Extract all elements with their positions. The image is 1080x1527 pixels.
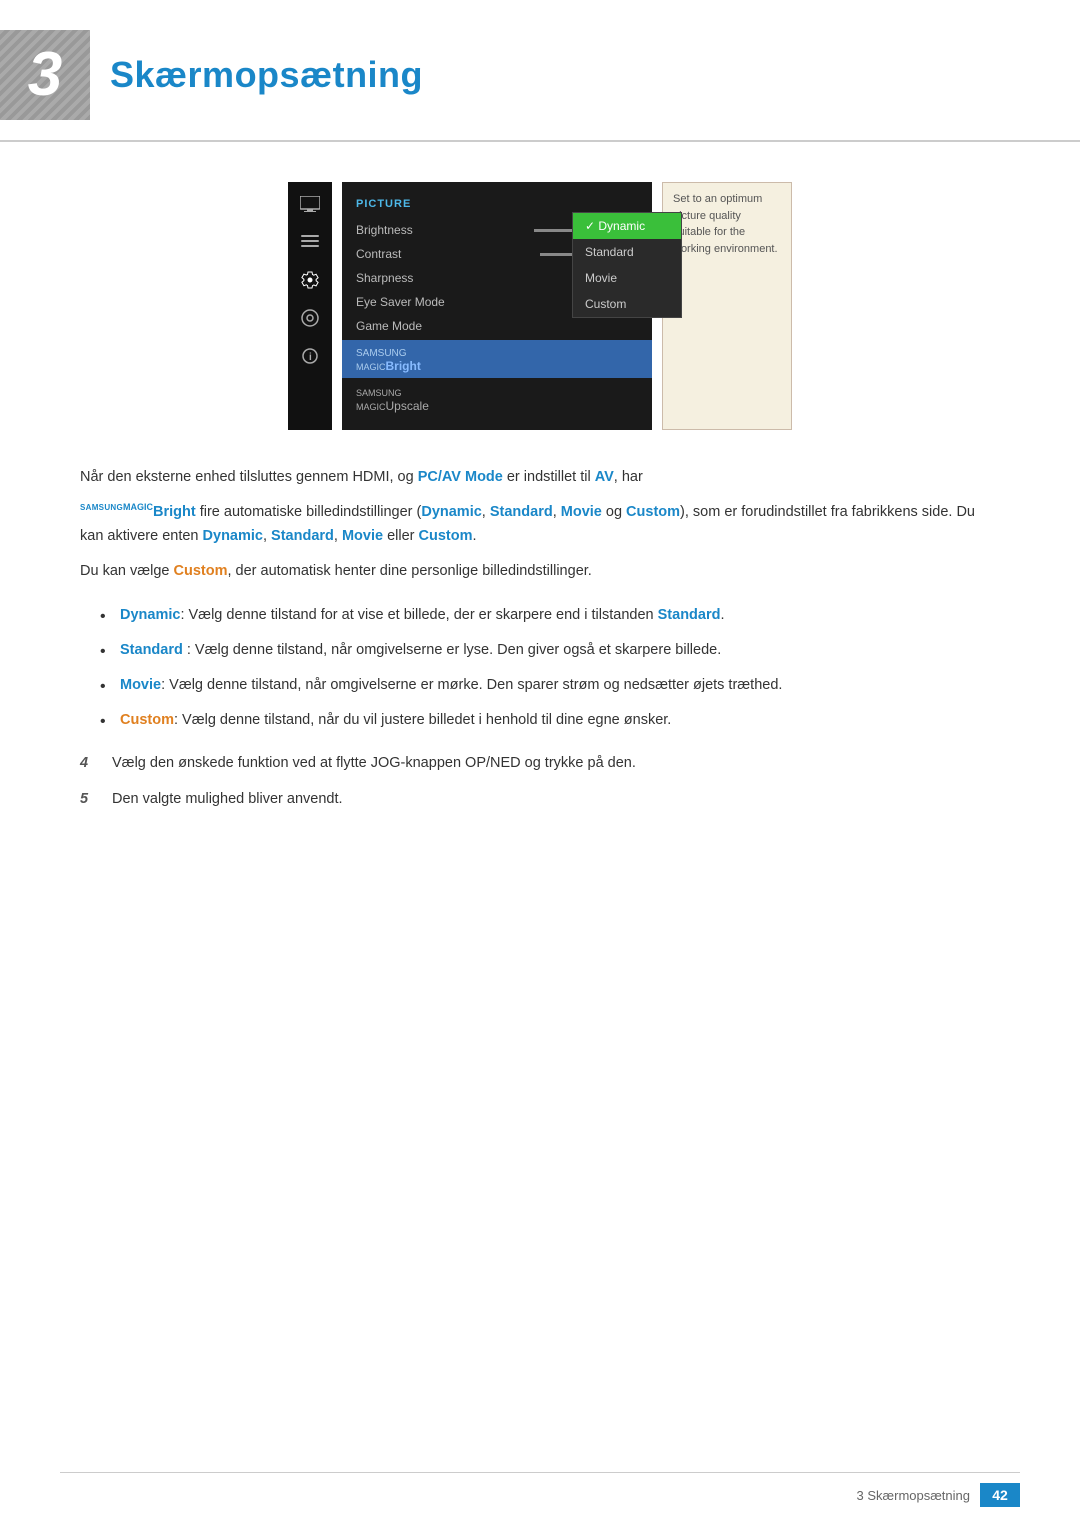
dropdown-dynamic[interactable]: Dynamic bbox=[573, 213, 681, 239]
footer-page-number: 42 bbox=[980, 1483, 1020, 1507]
chapter-number-box: 3 bbox=[0, 30, 90, 120]
comma4: , bbox=[334, 528, 342, 544]
og-label: og bbox=[602, 504, 626, 520]
custom2: Custom bbox=[419, 528, 473, 544]
chapter-header: 3 Skærmopsætning bbox=[0, 0, 1080, 142]
osd-icon-gear bbox=[298, 268, 322, 292]
dynamic2: Dynamic bbox=[203, 528, 263, 544]
comma2: , bbox=[553, 504, 561, 520]
bullet-standard-key: Standard bbox=[120, 642, 183, 658]
contrast-label: Contrast bbox=[356, 247, 401, 261]
samsung-super: SAMSUNG bbox=[80, 503, 123, 512]
eller-label: eller bbox=[383, 528, 418, 544]
osd-sidebar: i bbox=[288, 182, 332, 430]
bullet-custom-key: Custom bbox=[120, 712, 174, 728]
body-text-block: Når den eksterne enhed tilsluttes gennem… bbox=[80, 465, 1000, 584]
monitor-ui: i PICTURE Brightness 100 bbox=[288, 182, 792, 430]
osd-icon-monitor bbox=[298, 192, 322, 216]
para1-pre: Når den eksterne enhed tilsluttes gennem… bbox=[80, 469, 418, 485]
para2-custom: Custom bbox=[626, 504, 680, 520]
magic-brand-label: MAGICBright bbox=[123, 504, 196, 520]
bullet-dynamic-end: . bbox=[720, 607, 724, 623]
game-mode-label: Game Mode bbox=[356, 319, 422, 333]
magic-upscale-name: Upscale bbox=[386, 399, 429, 413]
bullet-dynamic-text: Vælg denne tilstand for at vise et bille… bbox=[184, 607, 657, 623]
tooltip-text: Set to an optimum picture quality suitab… bbox=[673, 193, 778, 255]
bullet-dynamic-key: Dynamic bbox=[120, 607, 180, 623]
sharpness-label: Sharpness bbox=[356, 271, 413, 285]
page-footer: 3 Skærmopsætning 42 bbox=[60, 1472, 1020, 1507]
para3-pre: Du kan vælge bbox=[80, 563, 174, 579]
bullet-custom: Custom: Vælg denne tilstand, når du vil … bbox=[100, 709, 1000, 732]
para2-dynamic: Dynamic bbox=[421, 504, 481, 520]
magic-prefix: MAGIC bbox=[356, 362, 386, 372]
brightness-label: Brightness bbox=[356, 223, 413, 237]
standard2: Standard bbox=[271, 528, 334, 544]
bullet-dynamic: Dynamic: Vælg denne tilstand for at vise… bbox=[100, 604, 1000, 627]
para2-mid: fire automatiske billedindstillinger ( bbox=[196, 504, 422, 520]
step4-text: Vælg den ønskede funktion ved at flytte … bbox=[112, 752, 636, 775]
magic-bright-samsung: SAMSUNG bbox=[356, 345, 638, 359]
bullet-movie-key: Movie bbox=[120, 677, 161, 693]
av-label: AV bbox=[595, 469, 614, 485]
para2-end: . bbox=[473, 528, 477, 544]
bullet-dynamic-ref: Standard bbox=[658, 607, 721, 623]
para2-standard: Standard bbox=[490, 504, 553, 520]
movie2: Movie bbox=[342, 528, 383, 544]
osd-icon-lines bbox=[298, 230, 322, 254]
dropdown-movie[interactable]: Movie bbox=[573, 265, 681, 291]
step4-number: 4 bbox=[80, 752, 100, 775]
magic-bright-samsung-text: SAMSUNG bbox=[356, 348, 407, 359]
eye-saver-label: Eye Saver Mode bbox=[356, 295, 445, 309]
para3-post: , der automatisk henter dine personlige … bbox=[227, 563, 591, 579]
para2-movie: Movie bbox=[561, 504, 602, 520]
comma3: , bbox=[263, 528, 271, 544]
osd-icon-info: i bbox=[298, 344, 322, 368]
osd-dropdown: Dynamic Standard Movie Custom bbox=[572, 212, 682, 318]
dropdown-standard[interactable]: Standard bbox=[573, 239, 681, 265]
magic-bright-label: MAGICBright bbox=[356, 359, 638, 373]
magic-upscale-label: SAMSUNG MAGICUpscale bbox=[356, 385, 429, 413]
para2: SAMSUNGMAGICBright fire automatiske bill… bbox=[80, 500, 1000, 549]
screenshot-container: i PICTURE Brightness 100 bbox=[80, 182, 1000, 430]
svg-text:i: i bbox=[309, 352, 312, 363]
magic-bright-name: Bright bbox=[386, 359, 421, 373]
bullet-movie: Movie: Vælg denne tilstand, når omgivels… bbox=[100, 674, 1000, 697]
content-area: i PICTURE Brightness 100 bbox=[0, 182, 1080, 811]
bullet-standard: Standard : Vælg denne tilstand, når omgi… bbox=[100, 639, 1000, 662]
osd-panel: PICTURE Brightness 100 Contrast bbox=[342, 182, 652, 430]
bullet-list: Dynamic: Vælg denne tilstand for at vise… bbox=[100, 604, 1000, 733]
chapter-title: Skærmopsætning bbox=[110, 54, 423, 96]
osd-magic-upscale-row: SAMSUNG MAGICUpscale bbox=[342, 380, 652, 418]
magic-upscale-samsung: SAMSUNG bbox=[356, 388, 402, 398]
bright-label: Bright bbox=[153, 504, 196, 520]
comma1: , bbox=[482, 504, 490, 520]
para1-post: , har bbox=[614, 469, 643, 485]
step-5: 5 Den valgte mulighed bliver anvendt. bbox=[80, 788, 1000, 811]
para1-mid: er indstillet til bbox=[503, 469, 595, 485]
bullet-movie-text: : Vælg denne tilstand, når omgivelserne … bbox=[161, 677, 782, 693]
para3: Du kan vælge Custom, der automatisk hent… bbox=[80, 559, 1000, 584]
step5-number: 5 bbox=[80, 788, 100, 811]
pcav-mode-label: PC/AV Mode bbox=[418, 469, 503, 485]
magic-super: MAGIC bbox=[123, 502, 153, 512]
bullet-custom-text: : Vælg denne tilstand, når du vil juster… bbox=[174, 712, 671, 728]
bullet-standard-text: : Vælg denne tilstand, når omgivelserne … bbox=[183, 642, 721, 658]
footer-chapter-label: 3 Skærmopsætning bbox=[857, 1488, 970, 1503]
step-4: 4 Vælg den ønskede funktion ved at flytt… bbox=[80, 752, 1000, 775]
para1: Når den eksterne enhed tilsluttes gennem… bbox=[80, 465, 1000, 490]
magic-upscale-magic: MAGIC bbox=[356, 402, 386, 412]
dropdown-custom[interactable]: Custom bbox=[573, 291, 681, 317]
magic-bright-row: SAMSUNG MAGICBright bbox=[342, 340, 652, 378]
custom3-label: Custom bbox=[174, 563, 228, 579]
step5-text: Den valgte mulighed bliver anvendt. bbox=[112, 788, 343, 811]
chapter-number: 3 bbox=[28, 44, 62, 106]
osd-icon-wrench bbox=[298, 306, 322, 330]
